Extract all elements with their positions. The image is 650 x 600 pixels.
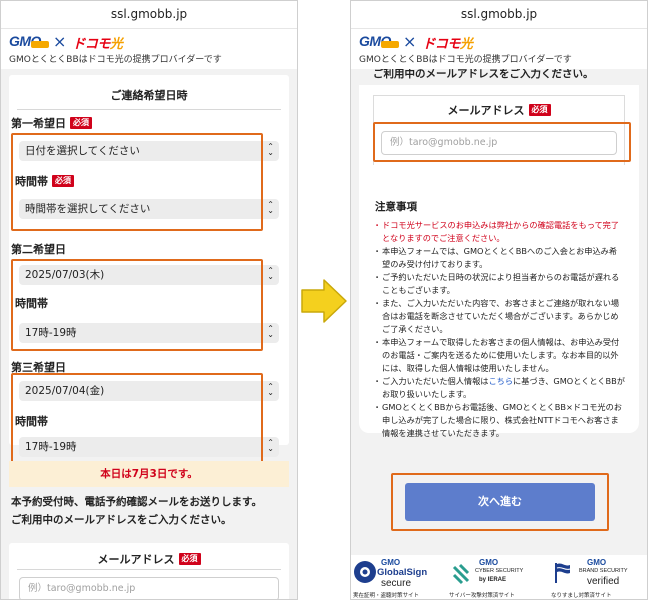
form-scroll-area: ご連絡希望日時 第一希望日 必須 日付を選択してください ⌃ ⌄ 時間帯 必須 時… [1, 69, 297, 599]
hikari-text: 光 [109, 36, 123, 52]
chevron-up-down-icon: ⌃ ⌄ [267, 200, 274, 215]
next-button-highlight [391, 473, 609, 531]
brand-tagline: GMOとくとくBBはドコモ光の提携プロバイダーです [359, 55, 572, 65]
docomo-hikari-logo: ドコモ光 [422, 33, 473, 52]
left-phone-screen: ssl.gmobb.jp GMO × ドコモ光 GMOとくとくBBはドコモ光の提… [0, 0, 298, 600]
first-choice-label: 第一希望日 必須 [11, 115, 92, 131]
cyber-security-caption: サイバー攻撃対策済サイト [449, 593, 515, 599]
required-badge: 必須 [178, 553, 201, 565]
note-item: ドコモ光サービスのお申込みは弊社からの確認電話をもって完了となりますのでご注意く… [373, 219, 625, 245]
brand-header: GMO × ドコモ光 GMOとくとくBBはドコモ光の提携プロバイダーです [1, 29, 297, 69]
brand-times: × [403, 32, 417, 51]
email-card: メールアドレス 必須 例）taro@gmobb.ne.jp [9, 543, 289, 599]
globalsign-top: GMO [381, 558, 401, 567]
email-divider [17, 569, 281, 570]
brand-logo-row: GMO × ドコモ光 [359, 32, 473, 52]
note-item: また、ご入力いただいた内容で、お客さまとご連絡が取れない場合はお電話を断念させて… [373, 297, 625, 336]
right-arrow-icon [301, 279, 347, 323]
note-item: ご予約いただいた日時の状況により担当者からのお電話が遅れることもございます。 [373, 271, 625, 297]
cyber-security-name: CYBER SECURITY [475, 568, 524, 574]
notes-title: 注意事項 [375, 201, 417, 213]
gmo-logo-badge [381, 41, 399, 48]
email-input-highlight [373, 122, 631, 162]
chevron-up-down-icon: ⌃ ⌄ [267, 438, 274, 453]
security-seals-footer: GMO GlobalSign secure 実在証明・盗聴対策サイト GMO C… [351, 555, 647, 599]
note-item: GMOとくとくBBからお電話後、GMOとくとくBB×ドコモ光のお申し込みが完了し… [373, 401, 625, 440]
note-item: 本申込フォームでは、GMOとくとくBBへのご入会とお申込み希望のみ受け付けており… [373, 245, 625, 271]
brand-security-caption: なりすまし対策済サイト [551, 593, 612, 599]
docomo-text: ドコモ [72, 36, 110, 52]
brand-security-top: GMO [587, 558, 607, 567]
form-card: メールアドレス 必須 例）taro@gmobb.ne.jp 注意事項 ドコモ光サ… [359, 85, 639, 438]
globalsign-name: GlobalSign [377, 567, 428, 578]
section-title: ご連絡希望日時 [110, 89, 188, 102]
brand-logo-row: GMO × ドコモ光 [9, 32, 123, 52]
url-bar[interactable]: ssl.gmobb.jp [351, 1, 647, 29]
right-phone-screen: ssl.gmobb.jp GMO × ドコモ光 GMOとくとくBBはドコモ光の提… [350, 0, 648, 600]
required-badge: 必須 [70, 117, 92, 129]
email-title-text: メールアドレス [447, 104, 525, 117]
section-divider [17, 109, 281, 110]
brand-security-name: BRAND SECURITY [579, 568, 628, 574]
first-choice-label-text: 第一希望日 [11, 117, 66, 130]
gmo-logo-badge [31, 41, 49, 48]
privacy-policy-link[interactable]: こちら [488, 376, 513, 386]
note-text: ご入力いただいた個人情報は [382, 376, 489, 386]
gmo-logo: GMO [9, 33, 51, 50]
brand-security-verified: verified [587, 576, 620, 587]
email-title: メールアドレス 必須 [9, 551, 289, 567]
note-item: 本申込フォームで取得したお客さまの個人情報は、お申込み受付のお電話・ご案内を送る… [373, 336, 625, 375]
info-line-2: ご利用中のメールアドレスをご入力ください。 [11, 514, 232, 526]
chevron-up-down-icon: ⌃ ⌄ [267, 324, 274, 339]
required-badge: 必須 [528, 104, 551, 116]
chevron-up-down-icon: ⌃ ⌄ [267, 142, 274, 157]
cyber-security-seal[interactable]: GMO CYBER SECURITY by IERAE サイバー攻撃対策済サイト [449, 558, 523, 599]
second-choice-highlight [11, 259, 263, 351]
docomo-hikari-logo: ドコモ光 [72, 33, 123, 52]
chevron-up-down-icon: ⌃ ⌄ [267, 266, 274, 281]
globalsign-seal[interactable]: GMO GlobalSign secure 実在証明・盗聴対策サイト [353, 558, 435, 599]
url-bar[interactable]: ssl.gmobb.jp [1, 1, 297, 29]
flag-icon [555, 563, 571, 583]
first-choice-highlight [11, 133, 263, 231]
cyber-security-logo-icon [452, 563, 470, 585]
contact-datetime-card: ご連絡希望日時 第一希望日 必須 日付を選択してください ⌃ ⌄ 時間帯 必須 時… [9, 75, 289, 465]
info-line-1: 本予約受付時、電話予約確認メールをお送りします。 [11, 496, 262, 508]
notes-list: ドコモ光サービスのお申込みは弊社からの確認電話をもって完了となりますのでご注意く… [373, 219, 625, 440]
globalsign-caption: 実在証明・盗聴対策サイト [353, 593, 420, 599]
brand-tagline: GMOとくとくBBはドコモ光の提携プロバイダーです [9, 55, 222, 65]
second-choice-label: 第二希望日 [11, 243, 66, 256]
brand-times: × [53, 32, 67, 51]
form-scroll-area: ご利用中のメールアドレスをご入力ください。 メールアドレス 必須 例）taro@… [351, 68, 647, 599]
email-input[interactable]: 例）taro@gmobb.ne.jp [19, 577, 279, 599]
brand-security-seal[interactable]: GMO BRAND SECURITY verified なりすまし対策済サイト [551, 558, 628, 599]
cyber-security-by: by IERAE [479, 577, 507, 583]
docomo-text: ドコモ [422, 36, 460, 52]
third-choice-highlight [11, 373, 263, 465]
brand-header: GMO × ドコモ光 GMOとくとくBBはドコモ光の提携プロバイダーです [351, 29, 647, 69]
globalsign-logo-icon [354, 561, 376, 583]
note-item: ご入力いただいた個人情報はこちらに基づき、GMOとくとくBBがお取り扱いいたしま… [373, 375, 625, 401]
chevron-up-down-icon: ⌃ ⌄ [267, 382, 274, 397]
hikari-text: 光 [459, 36, 473, 52]
today-notice: 本日は7月3日です。 [9, 461, 289, 487]
cyber-security-top: GMO [479, 558, 499, 567]
info-text: 本予約受付時、電話予約確認メールをお送りします。 ご利用中のメールアドレスをご入… [11, 493, 289, 529]
globalsign-secure: secure [381, 578, 412, 589]
email-title: メールアドレス 必須 [374, 102, 624, 118]
email-title-text: メールアドレス [97, 553, 175, 566]
gmo-logo: GMO [359, 33, 401, 50]
